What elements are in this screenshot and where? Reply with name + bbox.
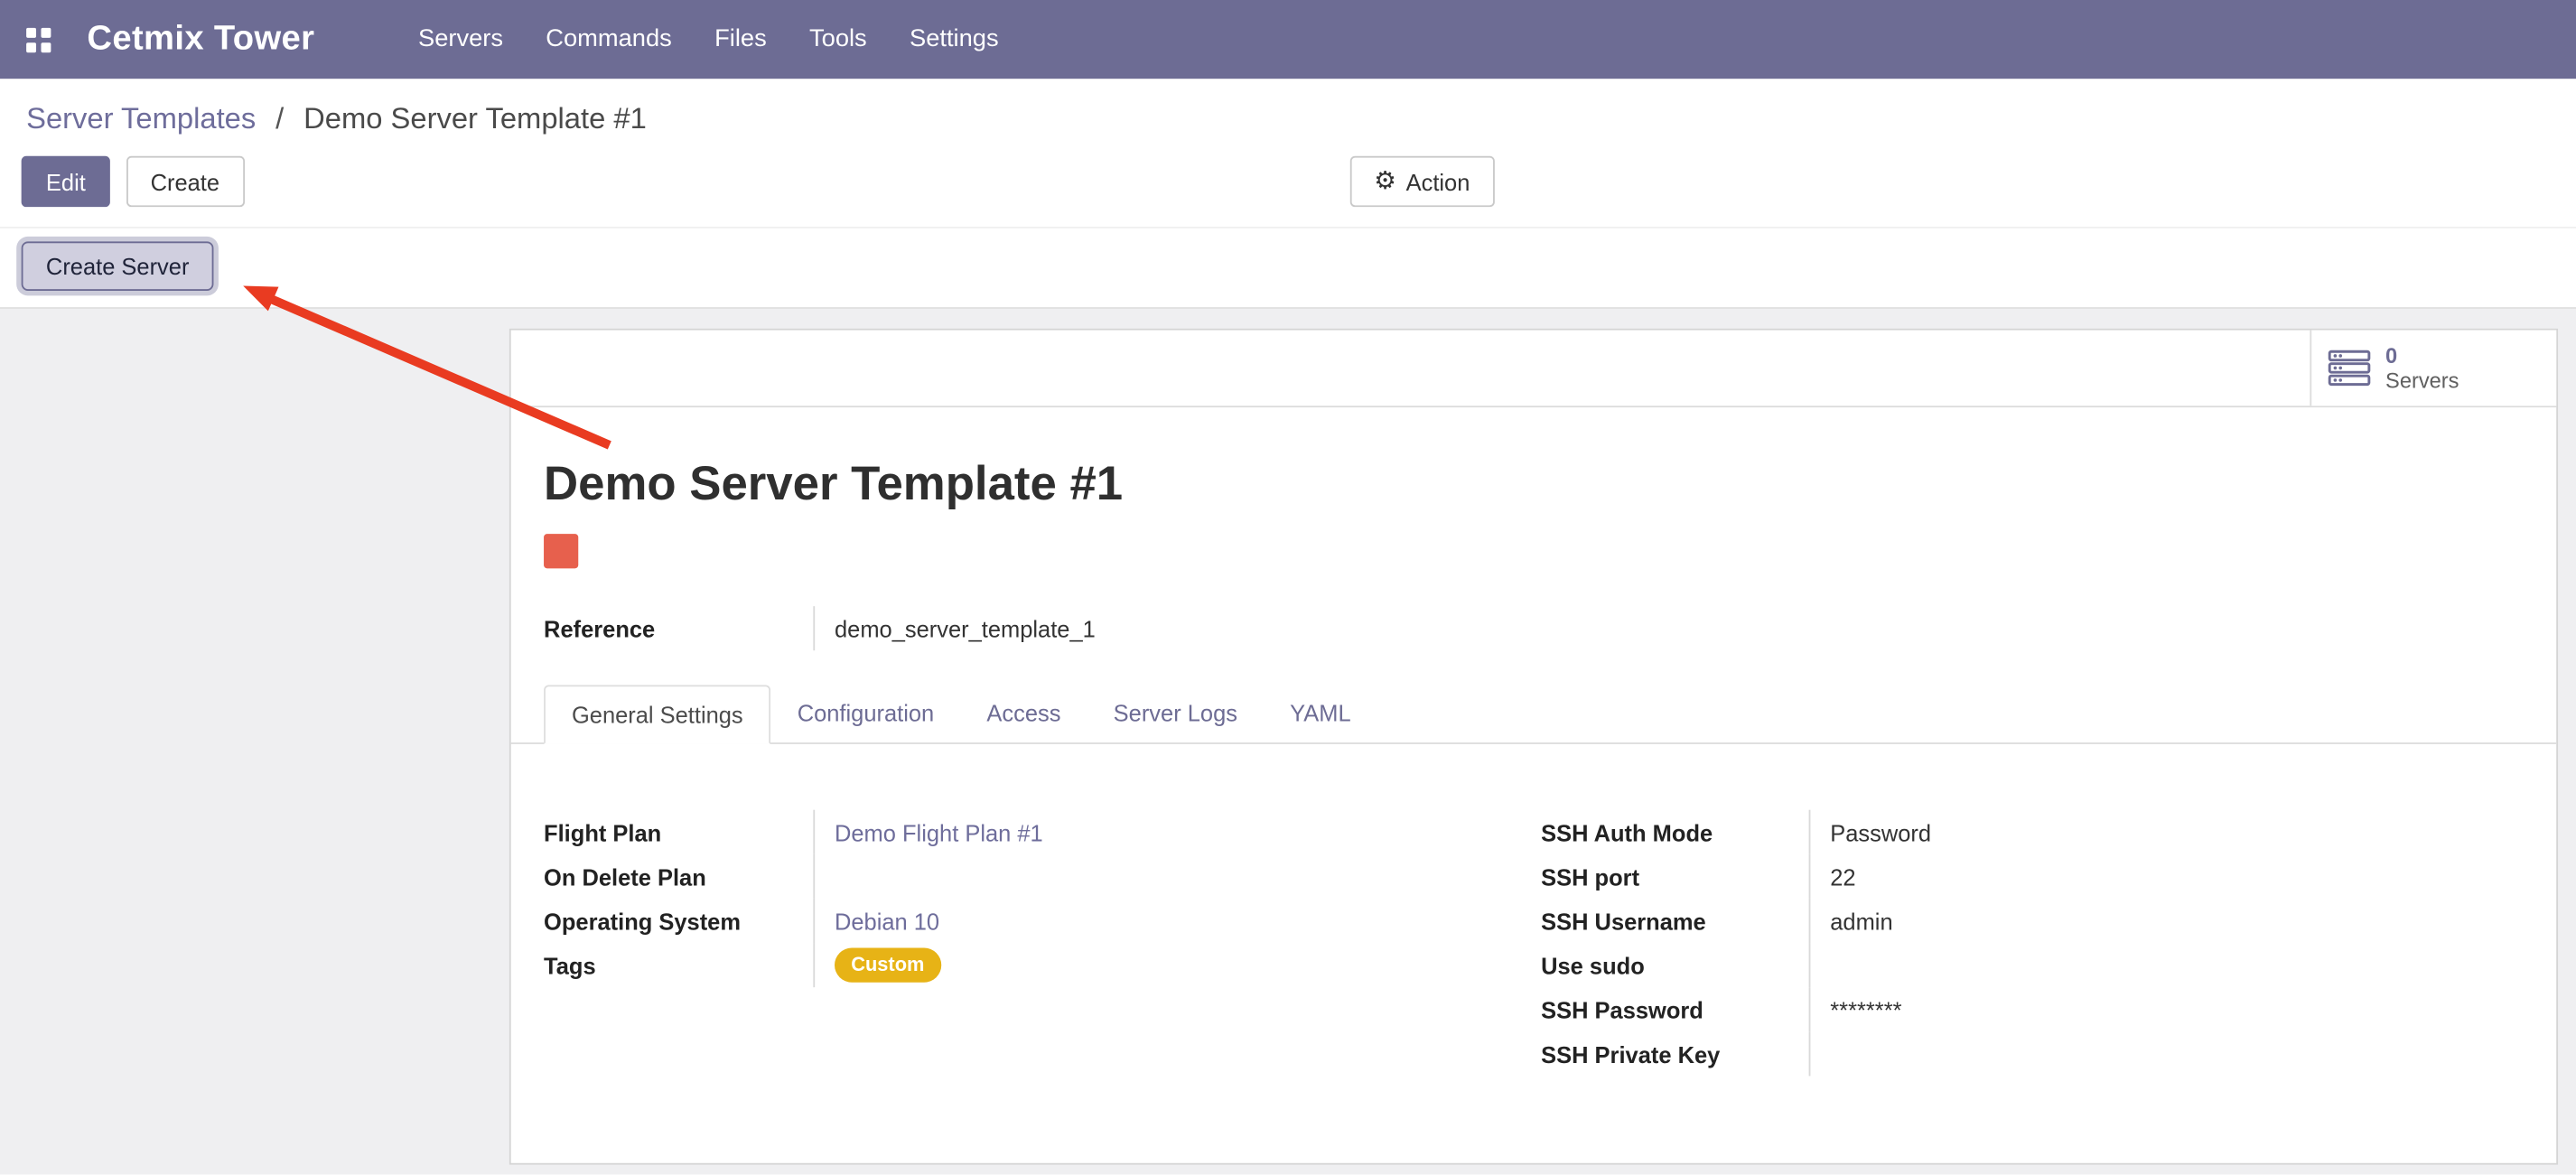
- breadcrumb-parent-link[interactable]: Server Templates: [26, 102, 256, 135]
- nav-item-tools[interactable]: Tools: [788, 0, 888, 79]
- create-server-button[interactable]: Create Server: [22, 241, 214, 291]
- button-row: Edit Create ⚙ Action: [0, 146, 2576, 227]
- action-button[interactable]: ⚙ Action: [1349, 156, 1495, 207]
- nav-item-settings[interactable]: Settings: [888, 0, 1020, 79]
- apps-grid-icon[interactable]: [26, 27, 51, 51]
- top-navbar: Cetmix Tower Servers Commands Files Tool…: [0, 0, 2576, 79]
- gear-icon: ⚙: [1374, 169, 1395, 193]
- reference-value: demo_server_template_1: [813, 606, 2523, 650]
- tag-badge-custom: Custom: [835, 948, 941, 982]
- ssh-password-label: SSH Password: [1541, 987, 1808, 1031]
- flight-plan-label: Flight Plan: [544, 810, 813, 854]
- notebook-tabs: General Settings Configuration Access Se…: [511, 685, 2557, 743]
- nav-item-servers[interactable]: Servers: [397, 0, 524, 79]
- reference-label: Reference: [544, 606, 813, 650]
- ssh-port-value: 22: [1809, 854, 2524, 899]
- tab-access[interactable]: Access: [960, 685, 1087, 742]
- create-button[interactable]: Create: [126, 156, 244, 207]
- reference-field: Reference demo_server_template_1: [544, 606, 2524, 650]
- tags-value: Custom: [813, 943, 1541, 987]
- brand-title[interactable]: Cetmix Tower: [87, 20, 314, 60]
- action-button-label: Action: [1406, 168, 1470, 194]
- ssh-username-label: SSH Username: [1541, 899, 1808, 943]
- servers-stat-button[interactable]: 0 Servers: [2310, 331, 2556, 406]
- server-stack-icon: [2328, 349, 2370, 388]
- use-sudo-value: [1809, 943, 2524, 987]
- flight-plan-value[interactable]: Demo Flight Plan #1: [813, 810, 1541, 854]
- on-delete-plan-label: On Delete Plan: [544, 854, 813, 899]
- operating-system-value[interactable]: Debian 10: [813, 899, 1541, 943]
- operating-system-label: Operating System: [544, 899, 813, 943]
- form-statusbar: Create Server: [0, 227, 2576, 309]
- form-group-left: Flight Plan Demo Flight Plan #1 On Delet…: [544, 810, 1541, 987]
- app-window: Cetmix Tower Servers Commands Files Tool…: [0, 0, 2576, 1175]
- breadcrumb: Server Templates / Demo Server Template …: [0, 79, 2576, 146]
- edit-button[interactable]: Edit: [22, 156, 110, 207]
- form-group-right: SSH Auth Mode Password SSH port 22 SSH U…: [1541, 810, 2524, 1077]
- nav-item-files[interactable]: Files: [693, 0, 788, 79]
- ssh-auth-mode-label: SSH Auth Mode: [1541, 810, 1808, 854]
- button-box: 0 Servers: [511, 331, 2557, 407]
- on-delete-plan-value: [813, 854, 1541, 899]
- use-sudo-label: Use sudo: [1541, 943, 1808, 987]
- tab-server-logs[interactable]: Server Logs: [1087, 685, 1265, 742]
- nav-item-commands[interactable]: Commands: [525, 0, 694, 79]
- ssh-auth-mode-value: Password: [1809, 810, 2524, 854]
- servers-count: 0: [2385, 343, 2459, 368]
- breadcrumb-separator: /: [264, 102, 295, 135]
- control-panel: Server Templates / Demo Server Template …: [0, 79, 2576, 227]
- tags-label: Tags: [544, 943, 813, 987]
- ssh-port-label: SSH port: [1541, 854, 1808, 899]
- ssh-private-key-value: [1809, 1031, 2524, 1076]
- ssh-private-key-label: SSH Private Key: [1541, 1031, 1808, 1076]
- tab-general-settings[interactable]: General Settings: [544, 685, 771, 743]
- ssh-password-value: ********: [1809, 987, 2524, 1031]
- tab-yaml[interactable]: YAML: [1264, 685, 1377, 742]
- breadcrumb-current: Demo Server Template #1: [303, 102, 647, 135]
- main-content: 0 Servers Demo Server Template #1 Refere…: [0, 309, 2576, 1175]
- general-settings-form: Flight Plan Demo Flight Plan #1 On Delet…: [544, 810, 2524, 1077]
- ssh-username-value: admin: [1809, 899, 2524, 943]
- servers-count-label: Servers: [2385, 368, 2459, 392]
- record-sheet: 0 Servers Demo Server Template #1 Refere…: [509, 329, 2558, 1165]
- record-title: Demo Server Template #1: [544, 458, 2524, 512]
- tab-configuration[interactable]: Configuration: [771, 685, 961, 742]
- color-picker-swatch[interactable]: [544, 534, 578, 568]
